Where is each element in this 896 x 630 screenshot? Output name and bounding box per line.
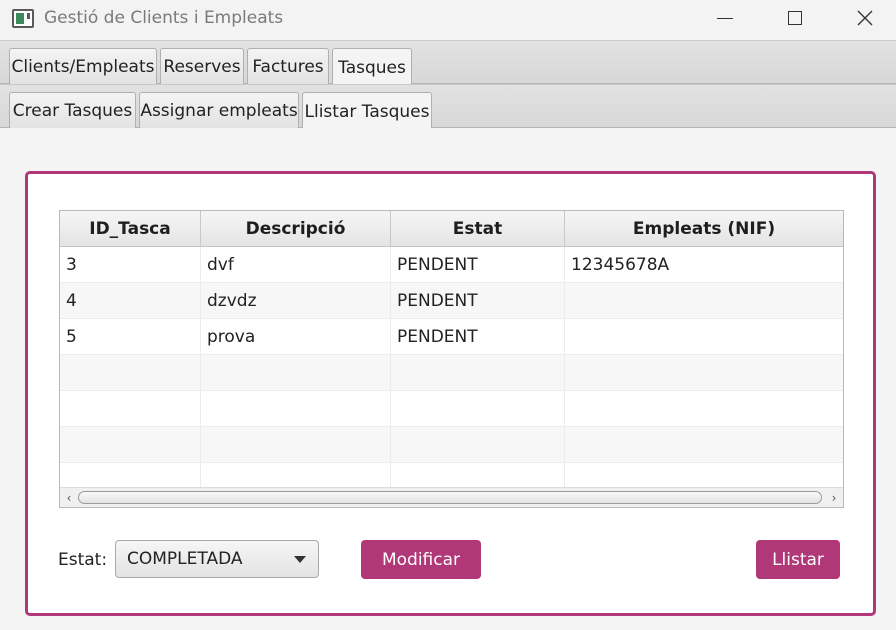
empty-row <box>60 427 843 463</box>
list-button[interactable]: Llistar <box>756 540 840 579</box>
content-area: ID_Tasca Descripció Estat Empleats (NIF)… <box>0 128 896 630</box>
close-icon <box>857 10 873 26</box>
maximize-button[interactable] <box>764 0 826 36</box>
minimize-button[interactable] <box>694 0 756 36</box>
scrollbar-thumb[interactable] <box>78 491 822 504</box>
modify-button[interactable]: Modificar <box>361 540 481 579</box>
maximize-icon <box>788 11 802 25</box>
app-icon <box>12 9 34 28</box>
cell-id: 5 <box>60 319 201 355</box>
estat-dropdown-value: COMPLETADA <box>127 549 243 569</box>
main-tab-bar: Clients/Empleats Reserves Factures Tasqu… <box>0 40 896 86</box>
tab-assignar-empleats[interactable]: Assignar empleats <box>139 92 299 129</box>
window-title: Gestió de Clients i Empleats <box>44 8 284 28</box>
tab-reserves[interactable]: Reserves <box>160 48 244 85</box>
close-button[interactable] <box>834 0 896 36</box>
tab-factures[interactable]: Factures <box>247 48 329 85</box>
tab-clients-empleats[interactable]: Clients/Empleats <box>9 48 157 85</box>
table-row[interactable]: 3 dvf PENDENT 12345678A <box>60 247 843 283</box>
scroll-left-icon[interactable]: ‹ <box>62 491 76 505</box>
column-header-estat[interactable]: Estat <box>391 211 565 247</box>
cell-descripcio: prova <box>201 319 391 355</box>
tasks-table[interactable]: ID_Tasca Descripció Estat Empleats (NIF)… <box>59 210 844 508</box>
table-row[interactable]: 4 dzvdz PENDENT <box>60 283 843 319</box>
scroll-right-icon[interactable]: › <box>827 491 841 505</box>
cell-estat: PENDENT <box>391 247 565 283</box>
estat-dropdown[interactable]: COMPLETADA <box>115 540 319 578</box>
empty-row <box>60 355 843 391</box>
empty-row <box>60 391 843 427</box>
tab-crear-tasques[interactable]: Crear Tasques <box>9 92 136 129</box>
cell-estat: PENDENT <box>391 319 565 355</box>
estat-label: Estat: <box>58 550 108 570</box>
column-header-empleats[interactable]: Empleats (NIF) <box>565 211 843 247</box>
cell-empleats: 12345678A <box>571 255 670 275</box>
chevron-down-icon <box>294 556 306 563</box>
tasks-panel: ID_Tasca Descripció Estat Empleats (NIF)… <box>25 171 876 616</box>
table-row[interactable]: 5 prova PENDENT <box>60 319 843 355</box>
cell-id: 4 <box>60 283 201 319</box>
horizontal-scrollbar[interactable]: ‹ › <box>60 487 843 507</box>
title-bar: Gestió de Clients i Empleats <box>0 0 896 40</box>
table-header: ID_Tasca Descripció Estat Empleats (NIF) <box>60 211 843 247</box>
minimize-icon <box>717 17 733 19</box>
tab-tasques[interactable]: Tasques <box>332 48 412 86</box>
cell-descripcio: dzvdz <box>201 283 391 319</box>
cell-empleats <box>565 283 843 319</box>
sub-tab-bar: Crear Tasques Assignar empleats Llistar … <box>0 84 896 130</box>
cell-estat: PENDENT <box>391 283 565 319</box>
cell-empleats <box>565 319 843 355</box>
cell-descripcio: dvf <box>201 247 391 283</box>
tab-llistar-tasques[interactable]: Llistar Tasques <box>302 92 432 130</box>
cell-id: 3 <box>60 247 201 283</box>
column-header-descripcio[interactable]: Descripció <box>201 211 391 247</box>
column-header-id-tasca[interactable]: ID_Tasca <box>60 211 201 247</box>
